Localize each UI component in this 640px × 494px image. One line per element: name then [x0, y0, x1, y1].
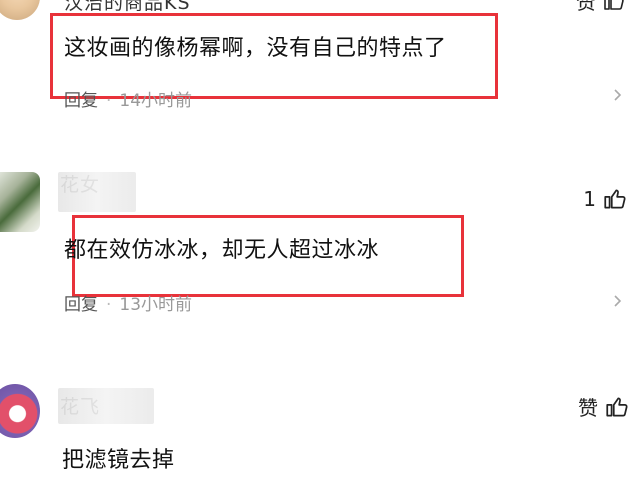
like-count: 1: [583, 187, 596, 211]
username-blur: [58, 172, 136, 212]
comment-time: 13小时前: [119, 295, 193, 315]
thumbs-up-icon: [604, 0, 624, 10]
thumbs-up-icon: [606, 396, 628, 417]
username-blur: [58, 388, 154, 424]
comment-text: 把滤镜去掉: [62, 448, 175, 473]
avatar[interactable]: [0, 172, 40, 232]
thumbs-up-icon: [604, 189, 626, 209]
comment-time: 14小时前: [119, 91, 193, 111]
comment-text: 这妆画的像杨幂啊，没有自己的特点了: [64, 36, 447, 61]
like-button[interactable]: 1: [583, 186, 628, 212]
avatar[interactable]: [0, 384, 40, 438]
comment-meta: 回复 · 13小时前: [64, 290, 192, 315]
reply-button[interactable]: 回复: [64, 295, 98, 315]
comment-text: 都在效仿冰冰，却无人超过冰冰: [64, 238, 380, 263]
comment-meta: 回复 · 14小时前: [64, 86, 192, 111]
like-label: 赞: [578, 396, 598, 420]
like-label: 赞: [576, 0, 596, 14]
reply-button[interactable]: 回复: [64, 91, 98, 111]
like-button[interactable]: 赞: [576, 0, 626, 15]
more-icon[interactable]: [610, 84, 626, 108]
separator-dot: ·: [106, 295, 112, 315]
avatar[interactable]: [0, 0, 40, 20]
like-button[interactable]: 赞: [578, 392, 630, 421]
more-icon[interactable]: [610, 290, 626, 314]
separator-dot: ·: [106, 91, 112, 111]
